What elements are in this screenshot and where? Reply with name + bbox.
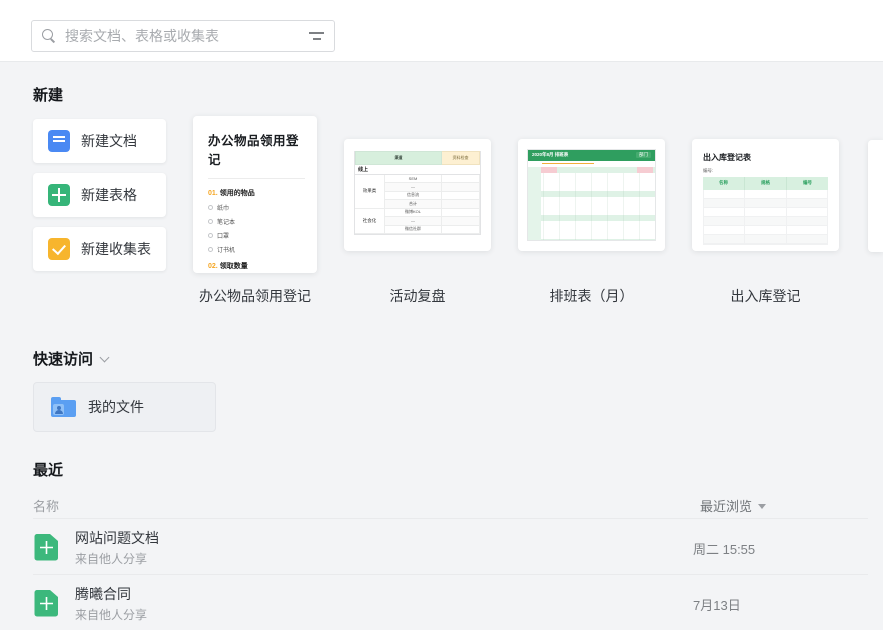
chevron-down-icon <box>100 352 110 362</box>
quick-access-header[interactable]: 快速访问 <box>33 348 108 369</box>
sheet-file-icon <box>33 589 61 617</box>
template-caption-formdoc[interactable]: 办公物品领用登记 <box>193 286 317 306</box>
template-review: 渠道 资料检查 线上 效果类 SEM — 信息流 合计 社会化 微博KOL — … <box>344 116 491 306</box>
doc-icon <box>48 130 70 152</box>
recent-file-title: 网站问题文档 <box>75 528 159 548</box>
recent-column-header: 名称 最近浏览 <box>33 496 868 514</box>
recent-file-subtitle: 来自他人分享 <box>75 606 147 623</box>
recent-file-time: 周二 15:55 <box>693 539 755 558</box>
formdoc-option: 笔记本 <box>208 217 305 226</box>
new-doc-label: 新建文档 <box>81 131 137 151</box>
section-title-new: 新建 <box>33 84 63 105</box>
template-formdoc: 办公物品领用登记 01.领用的物品 纸巾 笔记本 口罩 <box>193 116 317 306</box>
radio-icon <box>208 205 213 210</box>
formdoc-question-1: 01.领用的物品 <box>208 188 305 198</box>
template-formdoc-card[interactable]: 办公物品领用登记 01.领用的物品 纸巾 笔记本 口罩 <box>193 116 317 273</box>
recent-file-title: 腾曦合同 <box>75 584 131 604</box>
filter-icon[interactable] <box>309 31 324 41</box>
new-form-button[interactable]: 新建收集表 <box>33 227 166 271</box>
divider <box>208 178 305 179</box>
formdoc-option: 口罩 <box>208 231 305 240</box>
template-row: 办公物品领用登记 01.领用的物品 纸巾 笔记本 口罩 <box>193 116 839 306</box>
sort-arrow-icon <box>758 504 766 509</box>
schedule-mini-sheet: 2020年8月 排班表 部门 <box>527 149 656 241</box>
my-files-label: 我的文件 <box>88 397 144 417</box>
formdoc-option: 纸巾 <box>208 203 305 212</box>
new-sheet-button[interactable]: 新建表格 <box>33 173 166 217</box>
section-title-recent: 最近 <box>33 459 63 480</box>
search-input[interactable] <box>65 28 309 44</box>
section-title-quick-access: 快速访问 <box>33 348 93 369</box>
recent-file-subtitle: 来自他人分享 <box>75 550 147 567</box>
template-card-partial[interactable] <box>868 140 883 252</box>
sort-control[interactable]: 最近浏览 <box>700 496 766 515</box>
warehouse-table-header: 名称 规格 编号 <box>703 177 828 190</box>
template-caption-review[interactable]: 活动复盘 <box>344 286 491 306</box>
radio-icon <box>208 219 213 224</box>
search-box[interactable] <box>31 20 335 52</box>
template-warehouse-card[interactable]: 出入库登记表 编号: 名称 规格 编号 <box>692 139 839 251</box>
sheet-file-icon <box>33 533 61 561</box>
template-schedule: 2020年8月 排班表 部门 排班表（月） <box>518 116 665 306</box>
template-schedule-card[interactable]: 2020年8月 排班表 部门 <box>518 139 665 251</box>
new-buttons-column: 新建文档 新建表格 新建收集表 <box>33 119 166 271</box>
search-icon <box>42 29 56 43</box>
radio-icon <box>208 233 213 238</box>
recent-row-1[interactable]: 网站问题文档 来自他人分享 周二 15:55 <box>33 519 868 574</box>
new-doc-button[interactable]: 新建文档 <box>33 119 166 163</box>
template-caption-schedule[interactable]: 排班表（月） <box>518 286 665 306</box>
top-bar <box>0 0 883 62</box>
template-review-card[interactable]: 渠道 资料检查 线上 效果类 SEM — 信息流 合计 社会化 微博KOL — … <box>344 139 491 251</box>
warehouse-table-rows <box>703 190 828 245</box>
template-warehouse: 出入库登记表 编号: 名称 规格 编号 出入库登记 <box>692 116 839 306</box>
folder-icon <box>51 397 76 417</box>
new-form-label: 新建收集表 <box>81 239 151 259</box>
formdoc-title: 办公物品领用登记 <box>208 130 305 168</box>
new-sheet-label: 新建表格 <box>81 185 137 205</box>
my-files-card[interactable]: 我的文件 <box>33 382 216 432</box>
formdoc-option: 订书机 <box>208 245 305 254</box>
recent-row-2[interactable]: 腾曦合同 来自他人分享 7月13日 <box>33 575 868 630</box>
radio-icon <box>208 247 213 252</box>
template-caption-warehouse[interactable]: 出入库登记 <box>692 286 839 306</box>
form-check-icon <box>48 238 70 260</box>
formdoc-question-2: 02.领取数量 <box>208 261 305 271</box>
recent-file-time: 7月13日 <box>693 595 741 614</box>
sheet-plus-icon <box>48 184 70 206</box>
column-name: 名称 <box>33 496 59 515</box>
sort-label: 最近浏览 <box>700 496 752 515</box>
review-mini-table: 渠道 资料检查 线上 效果类 SEM — 信息流 合计 社会化 微博KOL — … <box>354 151 481 236</box>
schedule-grid <box>528 167 655 240</box>
